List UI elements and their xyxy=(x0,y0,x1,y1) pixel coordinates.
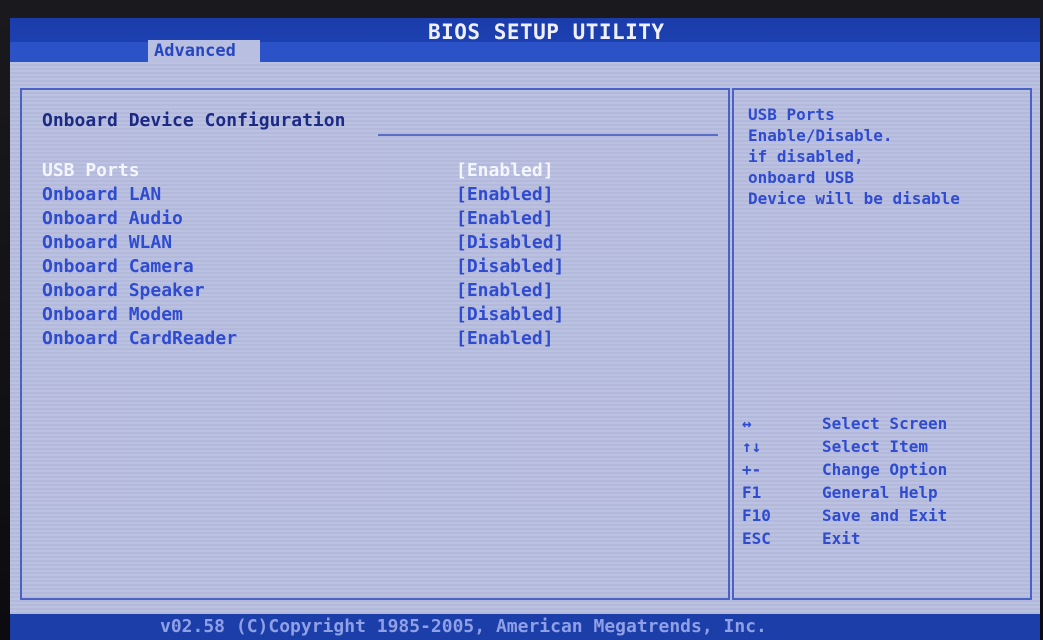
option-onboard-modem[interactable]: Onboard Modem [Disabled] xyxy=(42,304,602,328)
option-label: Onboard Speaker xyxy=(42,280,205,301)
help-text: USB Ports Enable/Disable. if disabled, o… xyxy=(748,104,1028,209)
copyright-text: v02.58 (C)Copyright 1985-2005, American … xyxy=(160,616,767,637)
esc-key: ESC xyxy=(742,529,771,548)
key-description: Select Item xyxy=(822,437,928,456)
f10-key: F10 xyxy=(742,506,771,525)
option-value[interactable]: [Enabled] xyxy=(456,184,554,205)
help-line: USB Ports xyxy=(748,105,835,124)
key-legend: ↔ Select Screen ↑↓ Select Item +- Change… xyxy=(732,414,1032,552)
left-right-arrow-icon: ↔ xyxy=(742,414,752,433)
section-divider xyxy=(378,134,718,136)
option-usb-ports[interactable]: USB Ports [Enabled] xyxy=(42,160,602,184)
option-value[interactable]: [Disabled] xyxy=(456,232,564,253)
option-label: USB Ports xyxy=(42,160,140,181)
option-label: Onboard WLAN xyxy=(42,232,173,253)
key-row-save-exit: F10 Save and Exit xyxy=(732,506,1032,529)
help-line: Enable/Disable. xyxy=(748,126,893,145)
plus-minus-key: +- xyxy=(742,460,762,479)
option-value[interactable]: [Disabled] xyxy=(456,256,564,277)
key-row-select-item: ↑↓ Select Item xyxy=(732,437,1032,460)
option-value[interactable]: [Enabled] xyxy=(456,280,554,301)
key-description: Exit xyxy=(822,529,861,548)
option-onboard-lan[interactable]: Onboard LAN [Enabled] xyxy=(42,184,602,208)
key-description: General Help xyxy=(822,483,938,502)
option-value[interactable]: [Enabled] xyxy=(456,160,554,181)
help-line: onboard USB xyxy=(748,168,854,187)
option-value[interactable]: [Enabled] xyxy=(456,208,554,229)
option-onboard-audio[interactable]: Onboard Audio [Enabled] xyxy=(42,208,602,232)
option-onboard-speaker[interactable]: Onboard Speaker [Enabled] xyxy=(42,280,602,304)
window-title: BIOS SETUP UTILITY xyxy=(428,20,665,44)
option-label: Onboard CardReader xyxy=(42,328,238,349)
bios-window: BIOS SETUP UTILITY Advanced Onboard Devi… xyxy=(10,18,1040,640)
option-label: Onboard Modem xyxy=(42,304,183,325)
key-description: Change Option xyxy=(822,460,948,479)
option-onboard-cardreader[interactable]: Onboard CardReader [Enabled] xyxy=(42,328,602,352)
section-title: Onboard Device Configuration xyxy=(42,110,346,131)
option-value[interactable]: [Enabled] xyxy=(456,328,554,349)
footer-bar: v02.58 (C)Copyright 1985-2005, American … xyxy=(10,614,1040,640)
key-description: Save and Exit xyxy=(822,506,948,525)
option-label: Onboard Camera xyxy=(42,256,194,277)
up-down-arrow-icon: ↑↓ xyxy=(742,437,762,456)
option-label: Onboard Audio xyxy=(42,208,183,229)
main-panel: Onboard Device Configuration USB Ports [… xyxy=(10,62,1040,614)
key-row-select-screen: ↔ Select Screen xyxy=(732,414,1032,437)
help-line: Device will be disable xyxy=(748,189,960,208)
title-bar: BIOS SETUP UTILITY Advanced xyxy=(10,18,1040,62)
key-description: Select Screen xyxy=(822,414,948,433)
option-onboard-camera[interactable]: Onboard Camera [Disabled] xyxy=(42,256,602,280)
f1-key: F1 xyxy=(742,483,762,502)
key-row-change-option: +- Change Option xyxy=(732,460,1032,483)
option-value[interactable]: [Disabled] xyxy=(456,304,564,325)
option-label: Onboard LAN xyxy=(42,184,162,205)
tab-advanced[interactable]: Advanced xyxy=(148,40,260,62)
key-row-general-help: F1 General Help xyxy=(732,483,1032,506)
help-line: if disabled, xyxy=(748,147,864,166)
option-onboard-wlan[interactable]: Onboard WLAN [Disabled] xyxy=(42,232,602,256)
key-row-exit: ESC Exit xyxy=(732,529,1032,552)
monitor-screen: BIOS SETUP UTILITY Advanced Onboard Devi… xyxy=(0,0,1043,640)
